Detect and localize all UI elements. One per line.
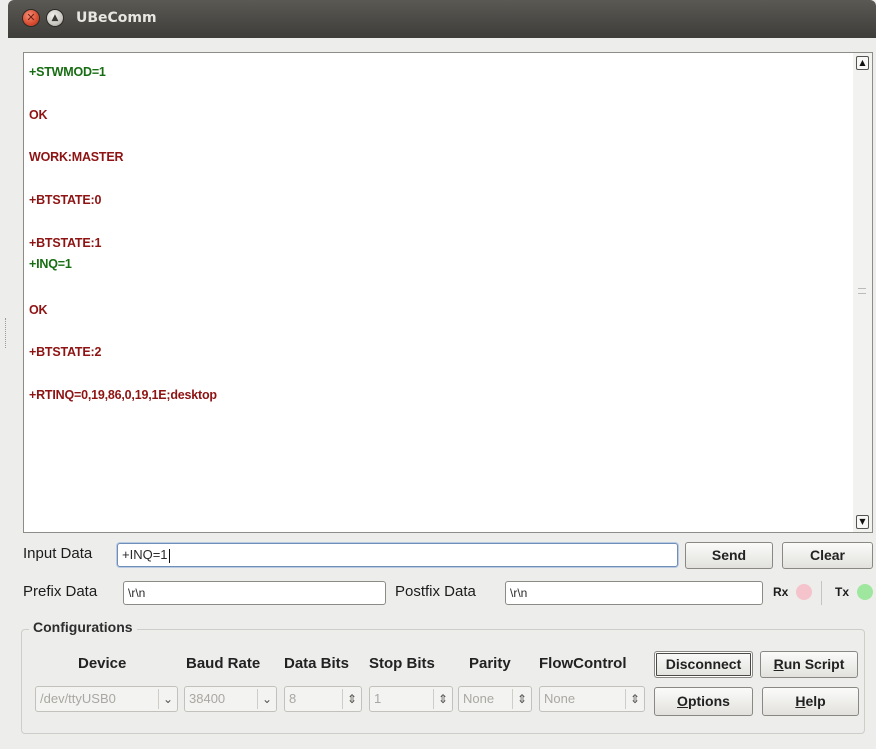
flow-control-header: FlowControl <box>539 655 627 672</box>
window-title: UBeComm <box>76 10 157 26</box>
text-caret <box>168 548 170 563</box>
baud-rate-value: 38400 <box>189 691 226 706</box>
options-button[interactable]: Options <box>654 687 753 716</box>
options-label: ptions <box>687 693 730 709</box>
spin-arrows-icon[interactable]: ⇕ <box>625 689 644 709</box>
data-bits-value: 8 <box>289 691 297 706</box>
help-mnemonic: H <box>795 693 806 709</box>
input-data-label: Input Data <box>23 545 93 562</box>
output-line: +BTSTATE:2 <box>29 345 102 359</box>
output-line: +RTINQ=0,19,86,0,19,1E;desktop <box>29 388 217 402</box>
output-line: +BTSTATE:1 <box>29 236 102 250</box>
close-icon[interactable]: ✕ <box>23 10 39 26</box>
output-line: WORK:MASTER <box>29 150 124 164</box>
flow-control-value: None <box>544 691 576 706</box>
scroll-thumb[interactable] <box>858 288 866 294</box>
output-line: OK <box>29 303 48 317</box>
parity-value: None <box>463 691 495 706</box>
send-button[interactable]: Send <box>685 542 773 569</box>
baud-rate-header: Baud Rate <box>186 655 261 672</box>
run-script-button[interactable]: Run Script <box>760 651 858 678</box>
prefix-data-label: Prefix Data <box>23 583 98 600</box>
tx-label: Tx <box>835 585 850 599</box>
device-select[interactable]: /dev/ttyUSB0 ⌄ <box>35 686 178 712</box>
window-titlebar: ✕ ▲ UBeComm <box>8 0 876 38</box>
options-mnemonic: O <box>677 693 688 709</box>
output-line: +INQ=1 <box>29 257 72 271</box>
parity-header: Parity <box>469 655 511 672</box>
baud-rate-select[interactable]: 38400 ⌄ <box>184 686 277 712</box>
input-data-value: +INQ=1 <box>122 547 168 562</box>
device-header: Device <box>78 655 127 672</box>
rx-label: Rx <box>773 585 789 599</box>
output-console[interactable]: +STWMOD=1 OK WORK:MASTER +BTSTATE:0 +BTS… <box>23 52 855 533</box>
output-line: +BTSTATE:0 <box>29 193 102 207</box>
help-button[interactable]: Help <box>762 687 859 716</box>
input-data-field[interactable]: +INQ=1 <box>117 543 678 567</box>
output-line: +STWMOD=1 <box>29 65 106 79</box>
run-script-label: un Script <box>783 656 845 672</box>
device-value: /dev/ttyUSB0 <box>40 691 116 706</box>
resize-grip[interactable] <box>5 318 8 348</box>
spin-arrows-icon[interactable]: ⇕ <box>433 689 452 709</box>
postfix-data-label: Postfix Data <box>395 583 476 600</box>
scroll-down-icon[interactable]: ▼ <box>856 515 869 529</box>
data-bits-header: Data Bits <box>284 655 350 672</box>
tx-indicator-icon <box>857 584 873 600</box>
clear-button[interactable]: Clear <box>782 542 873 569</box>
flow-control-spinner[interactable]: None ⇕ <box>539 686 645 712</box>
disconnect-button[interactable]: Disconnect <box>654 651 753 678</box>
output-line: OK <box>29 108 48 122</box>
chevron-down-icon: ⌄ <box>158 689 177 709</box>
data-bits-spinner[interactable]: 8 ⇕ <box>284 686 362 712</box>
prefix-data-field[interactable]: \r\n <box>123 581 386 605</box>
spin-arrows-icon[interactable]: ⇕ <box>342 689 361 709</box>
maximize-icon[interactable]: ▲ <box>47 10 63 26</box>
configurations-title: Configurations <box>29 619 137 635</box>
stop-bits-spinner[interactable]: 1 ⇕ <box>369 686 453 712</box>
postfix-data-field[interactable]: \r\n <box>505 581 763 605</box>
stop-bits-header: Stop Bits <box>369 655 435 672</box>
window-frame-left <box>0 38 10 749</box>
rx-indicator-icon <box>796 584 812 600</box>
stop-bits-value: 1 <box>374 691 382 706</box>
parity-spinner[interactable]: None ⇕ <box>458 686 532 712</box>
help-label: elp <box>805 693 826 709</box>
indicator-divider <box>821 581 822 605</box>
chevron-down-icon: ⌄ <box>257 689 276 709</box>
spin-arrows-icon[interactable]: ⇕ <box>512 689 531 709</box>
configurations-group <box>21 629 865 734</box>
output-scrollbar[interactable]: ▲ ▼ <box>853 52 873 533</box>
scroll-up-icon[interactable]: ▲ <box>856 56 869 70</box>
run-script-mnemonic: R <box>773 656 784 672</box>
